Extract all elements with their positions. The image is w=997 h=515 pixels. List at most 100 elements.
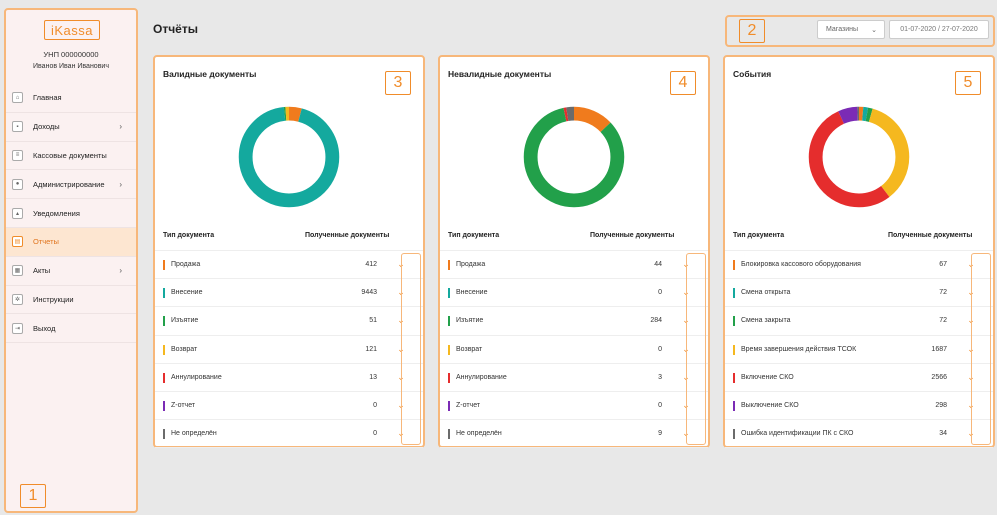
row-label: Аннулирование [171,373,222,381]
page-title: Отчёты [153,22,198,36]
row-value: 0 [658,402,662,410]
table-row[interactable]: Возврат 121 ⌄ [155,336,423,364]
table-row[interactable]: Ошибка идентификации ПК с СКО 34 ⌄ [725,420,993,449]
donut-chart [808,106,910,208]
row-label: Ошибка идентификации ПК с СКО [741,430,854,438]
column-header-count: Полученные документы [888,232,973,239]
color-marker [733,344,735,355]
column-header-type: Тип документа [163,232,215,239]
row-value: 412 [365,261,377,269]
date-range-input[interactable]: 01-07-2020 / 27-07-2020 [889,20,989,39]
card-title: Валидные документы [163,69,257,79]
sidebar-item-7[interactable]: ✲ Инструкции [6,286,136,315]
table-row[interactable]: Смена открыта 72 ⌄ [725,279,993,308]
sidebar-item-6[interactable]: ▦ Акты › [6,257,136,286]
donut-chart [523,106,625,208]
sidebar-item-label: Главная [33,93,62,103]
row-label: Z-отчет [456,402,481,410]
row-value: 51 [369,317,377,325]
card-title: Невалидные документы [448,69,552,79]
row-value: 1687 [931,345,947,353]
card-title: События [733,69,772,79]
sidebar-item-label: Инструкции [33,294,74,304]
sidebar-item-4[interactable]: ▴ Уведомления [6,199,136,228]
row-value: 298 [935,402,947,410]
row-label: Не определён [456,430,502,438]
chevron-down-icon: ⌄ [871,26,877,34]
expand-buttons-highlight [686,253,706,445]
color-marker [448,260,450,270]
donut-chart [238,106,340,208]
report-card: Валидные документы Тип документа Полученны… [153,55,425,449]
color-marker [448,316,450,327]
row-label: Возврат [456,345,483,353]
row-value: 72 [939,317,947,325]
color-marker [448,372,450,383]
column-header-type: Тип документа [733,232,785,239]
row-label: Включение СКО [741,373,794,381]
row-label: Время завершения действия ТСОК [741,345,857,353]
row-value: 0 [373,402,377,410]
row-value: 0 [373,430,377,438]
row-label: Блокировка кассового оборудования [741,261,861,269]
color-marker [733,316,735,327]
table-row[interactable]: Не определён 9 ⌄ [440,420,708,449]
user-icon: ● [12,178,23,190]
sidebar-item-1[interactable]: ▪ Доходы › [6,113,136,142]
chevron-right-icon: › [119,179,122,189]
table-row[interactable]: Изъятие 51 ⌄ [155,307,423,336]
table-row[interactable]: Продажа 412 ⌄ [155,251,423,280]
row-value: 0 [658,289,662,297]
table-row[interactable]: Возврат 0 ⌄ [440,336,708,364]
sidebar-item-0[interactable]: ⌂ Главная [6,84,136,113]
row-value: 67 [939,261,947,269]
table-row[interactable]: Смена закрыта 72 ⌄ [725,307,993,336]
color-marker [733,288,735,299]
table-row[interactable]: Z-отчет 0 ⌄ [440,392,708,421]
donut-slice-1[interactable] [238,106,340,208]
row-value: 44 [654,261,662,269]
color-marker [448,288,450,299]
column-header-count: Полученные документы [305,232,390,239]
ikassa-logo[interactable]: iKassa [44,20,100,40]
shop-select[interactable]: Магазины ⌄ [817,20,885,39]
color-marker [163,372,165,383]
table-row[interactable]: Аннулирование 3 ⌄ [440,364,708,392]
sidebar-item-5[interactable]: ▤ Отчеты [6,227,136,257]
table-row[interactable]: Изъятие 284 ⌄ [440,307,708,336]
report-icon: ▤ [12,236,23,248]
table-row[interactable]: Внесение 9443 ⌄ [155,279,423,308]
sidebar-item-label: Выход [33,323,56,333]
table-row[interactable]: Время завершения действия ТСОК 1687 ⌄ [725,336,993,364]
table-row[interactable]: Блокировка кассового оборудования 67 ⌄ [725,251,993,280]
table-row[interactable]: Продажа 44 ⌄ [440,251,708,280]
color-marker [163,316,165,327]
table-row[interactable]: Z-отчет 0 ⌄ [155,392,423,421]
sidebar-item-8[interactable]: ⇥ Выход [6,314,136,344]
row-label: Z-отчет [171,402,196,410]
row-label: Внесение [171,289,203,297]
table-row[interactable]: Внесение 0 ⌄ [440,279,708,308]
home-icon: ⌂ [12,92,23,104]
table-row[interactable]: Выключение СКО 298 ⌄ [725,392,993,421]
color-marker [733,429,735,440]
shop-select-value: Магазины [826,26,859,33]
table-row[interactable]: Включение СКО 2566 ⌄ [725,364,993,392]
row-value: 13 [369,373,377,381]
table-row[interactable]: Не определён 0 ⌄ [155,420,423,449]
sidebar-item-3[interactable]: ● Администрирование › [6,170,136,200]
row-value: 2566 [931,373,947,381]
row-value: 72 [939,289,947,297]
color-marker [163,429,165,440]
row-label: Продажа [171,261,201,269]
chevron-right-icon: › [119,266,122,276]
sidebar-item-2[interactable]: ≡ Кассовые документы [6,142,136,171]
color-marker [733,260,735,270]
row-label: Смена закрыта [741,317,791,325]
sidebar-item-label: Уведомления [33,208,80,218]
sidebar-item-label: Кассовые документы [33,150,107,160]
table-row[interactable]: Аннулирование 13 ⌄ [155,364,423,392]
annotation-badge: 5 [955,71,981,95]
color-marker [163,288,165,299]
row-value: 284 [650,317,662,325]
